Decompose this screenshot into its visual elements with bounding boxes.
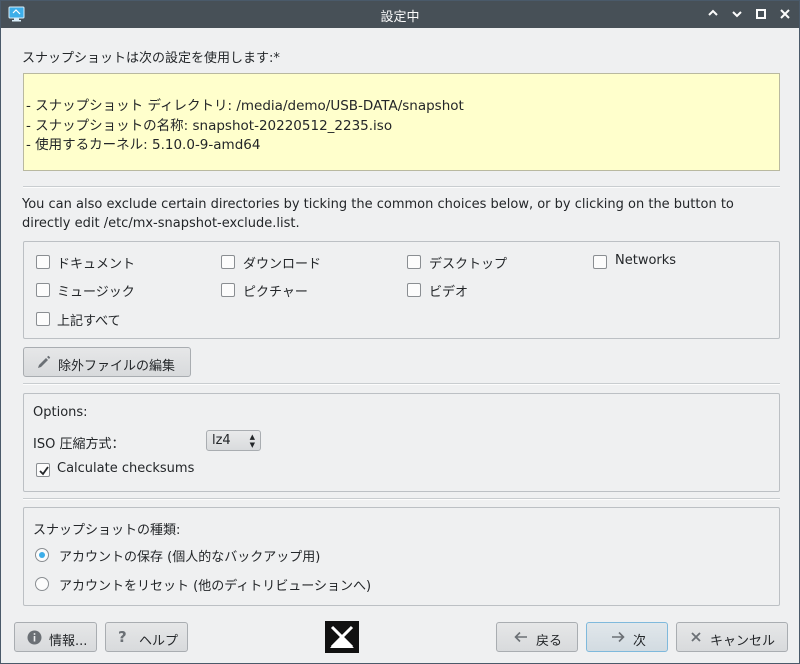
checkbox-networks[interactable] — [593, 255, 607, 269]
edit-exclusion-file-label: 除外ファイルの編集 — [58, 359, 176, 374]
info-box: - スナップショット ディレクトリ: /media/demo/USB-DATA/… — [23, 73, 780, 171]
next-label: 次 — [633, 634, 647, 649]
title-bar[interactable]: 設定中 — [1, 1, 799, 28]
checkbox-all[interactable] — [36, 312, 50, 326]
separator — [23, 186, 780, 188]
info-line-directory: - スナップショット ディレクトリ: /media/demo/USB-DATA/… — [26, 98, 464, 114]
checkbox-videos[interactable] — [407, 283, 421, 297]
help-label: ヘルプ — [139, 634, 179, 649]
label-videos[interactable]: ビデオ — [429, 281, 468, 300]
cancel-label: キャンセル — [710, 634, 776, 649]
back-button[interactable]: 戻る — [496, 622, 578, 652]
checkbox-pictures[interactable] — [221, 283, 235, 297]
snapshot-type-heading: スナップショットの種類: — [33, 523, 181, 538]
cancel-button[interactable]: キャンセル — [676, 622, 788, 652]
label-calculate-checksums[interactable]: Calculate checksums — [57, 461, 194, 476]
compression-select-value: lz4 — [212, 433, 231, 448]
radio-selected-dot — [39, 552, 45, 558]
label-music[interactable]: ミュージック — [57, 281, 135, 300]
options-group: Options: ISO 圧縮方式： Calculate checksums — [23, 393, 780, 492]
info-heading: スナップショットは次の設定を使用します:* — [22, 51, 280, 66]
snapshot-type-group: スナップショットの種類: アカウントの保存 (個人的なバックアップ用) アカウン… — [23, 507, 780, 606]
options-heading: Options: — [33, 405, 88, 420]
spinner-arrows-icon: ▲ ▼ — [249, 433, 255, 449]
arrow-left-icon — [514, 630, 528, 648]
checkbox-documents[interactable] — [36, 255, 50, 269]
label-all[interactable]: 上記すべて — [57, 310, 121, 329]
snapshot-settings-window: 設定中 スナップショットは次の設定を使用します:* - スナップショット ディレ… — [0, 0, 800, 664]
radio-preserve-accounts[interactable] — [35, 548, 49, 562]
radio-reset-accounts[interactable] — [35, 577, 49, 591]
window-title: 設定中 — [380, 10, 420, 25]
exclude-options-group: ドキュメント ダウンロード デスクトップ Networks ミュージック ピクチ… — [23, 241, 780, 339]
exclude-description-1: You can also exclude certain directories… — [22, 197, 734, 212]
info-icon — [27, 630, 42, 649]
label-documents[interactable]: ドキュメント — [57, 253, 135, 272]
back-label: 戻る — [536, 634, 563, 649]
compression-label: ISO 圧縮方式： — [33, 437, 125, 452]
separator — [23, 498, 780, 500]
close-button[interactable] — [775, 5, 795, 24]
help-button[interactable]: ? ヘルプ — [105, 622, 188, 652]
arrow-right-icon — [611, 630, 625, 648]
keep-above-button[interactable] — [703, 5, 723, 24]
help-icon: ? — [118, 628, 127, 646]
about-button[interactable]: 情報... — [14, 622, 97, 652]
checkbox-music[interactable] — [36, 283, 50, 297]
label-downloads[interactable]: ダウンロード — [243, 253, 321, 272]
label-preserve-accounts[interactable]: アカウントの保存 (個人的なバックアップ用) — [59, 546, 320, 565]
mx-logo — [325, 621, 359, 653]
label-networks[interactable]: Networks — [615, 253, 676, 268]
about-label: 情報... — [49, 634, 88, 649]
exclude-description-2: directly edit /etc/mx-snapshot-exclude.l… — [22, 216, 300, 231]
info-line-kernel: - 使用するカーネル: 5.10.0-9-amd64 — [26, 137, 261, 153]
label-desktop[interactable]: デスクトップ — [429, 253, 507, 272]
next-button[interactable]: 次 — [586, 622, 668, 652]
label-pictures[interactable]: ピクチャー — [243, 281, 308, 300]
edit-exclusion-file-button[interactable]: 除外ファイルの編集 — [23, 347, 191, 377]
minimize-button[interactable] — [727, 5, 747, 24]
checkbox-calculate-checksums[interactable] — [36, 463, 50, 477]
compression-select[interactable]: lz4 ▲ ▼ — [206, 430, 261, 451]
pencil-icon — [36, 355, 51, 374]
checkbox-downloads[interactable] — [221, 255, 235, 269]
cancel-x-icon — [689, 630, 703, 648]
checkmark-icon — [39, 466, 49, 476]
separator — [23, 383, 780, 385]
label-reset-accounts[interactable]: アカウントをリセット (他のディトリビューションへ) — [59, 575, 371, 594]
checkbox-desktop[interactable] — [407, 255, 421, 269]
info-line-name: - スナップショットの名称: snapshot-20220512_2235.is… — [26, 118, 393, 134]
maximize-button[interactable] — [751, 5, 771, 24]
